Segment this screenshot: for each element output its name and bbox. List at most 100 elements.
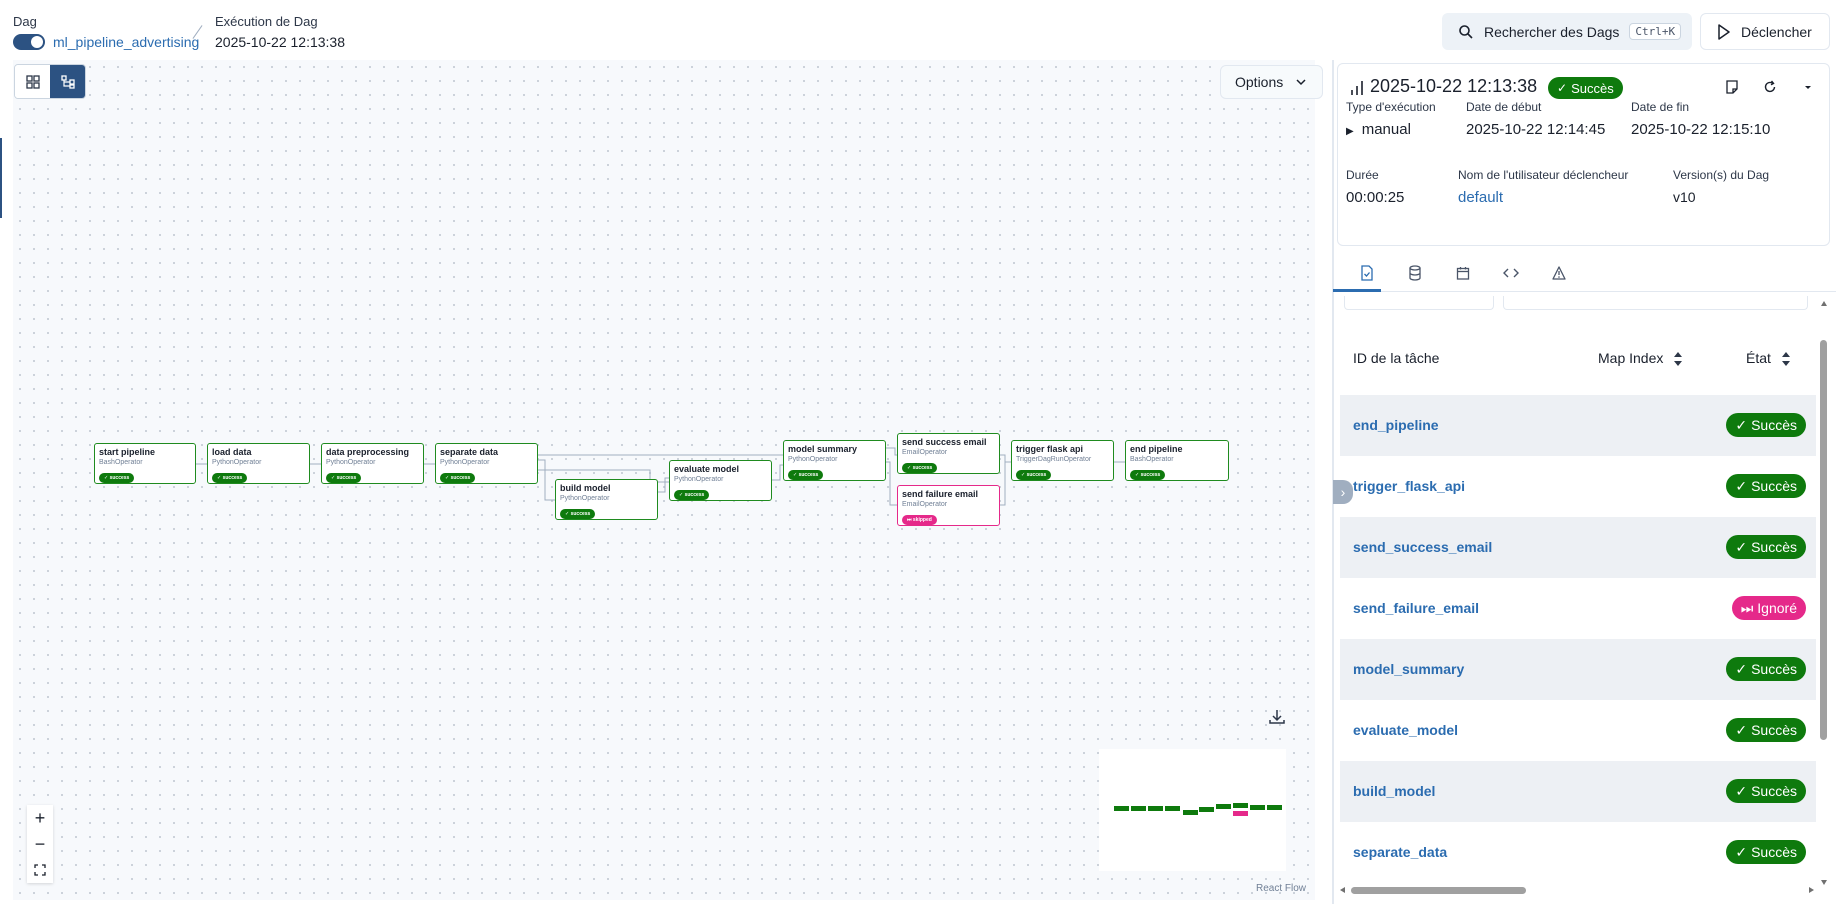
node-send-failure-email[interactable]: send failure email EmailOperator ⏭ skipp…	[897, 485, 1000, 526]
tab-code[interactable]	[1500, 262, 1522, 284]
vertical-scrollbar[interactable]	[1818, 298, 1830, 888]
col-header-task-id[interactable]: ID de la tâche	[1353, 350, 1439, 366]
code-icon	[1503, 268, 1519, 278]
node-operator: BashOperator	[1130, 456, 1174, 463]
task-id-link[interactable]: build_model	[1353, 783, 1435, 799]
node-load-data[interactable]: load data PythonOperator ✓ success	[207, 443, 310, 484]
check-icon: ✓	[1735, 660, 1748, 677]
state-badge: ✓ Succès	[1726, 413, 1806, 437]
check-icon: ✓	[1735, 843, 1748, 860]
state-badge: ✓ Succès	[1726, 657, 1806, 681]
node-state: success	[912, 465, 933, 471]
node-state: success	[336, 475, 357, 481]
minimap-node	[1199, 807, 1214, 812]
state-text: Succès	[1751, 478, 1797, 494]
task-id-link[interactable]: trigger_flask_api	[1353, 478, 1465, 494]
node-operator: BashOperator	[99, 459, 143, 466]
node-state-badge: ✓ success	[902, 463, 938, 473]
node-model-summary[interactable]: model summary PythonOperator ✓ success	[783, 440, 886, 481]
vertical-scroll-thumb[interactable]	[1820, 340, 1827, 740]
play-small-icon: ▶	[1346, 126, 1354, 137]
task-id-link[interactable]: separate_data	[1353, 844, 1447, 860]
state-badge: ✓ Succès	[1726, 535, 1806, 559]
node-trigger-flask-api[interactable]: trigger flask api TriggerDagRunOperator …	[1011, 440, 1114, 481]
tab-events[interactable]	[1452, 262, 1474, 284]
col-header-state[interactable]: État	[1746, 350, 1791, 367]
state-badge: ✓ Succès	[1726, 718, 1806, 742]
node-state: success	[570, 511, 591, 517]
node-title: send failure email	[902, 489, 979, 499]
horizontal-scrollbar[interactable]	[1337, 884, 1817, 896]
node-title: start pipeline	[99, 447, 156, 457]
state-badge: ✓ Succès	[1726, 840, 1806, 864]
run-status-badge: ✓ Succès	[1548, 77, 1623, 99]
chevron-down-icon[interactable]	[1801, 80, 1815, 94]
fit-view-icon	[34, 864, 46, 876]
file-check-icon	[1361, 265, 1373, 281]
scroll-left-icon[interactable]	[1339, 886, 1347, 894]
node-title: build model	[560, 483, 611, 493]
table-row: send_failure_email ⏭ Ignoré	[1340, 578, 1816, 639]
state-badge: ✓ Succès	[1726, 779, 1806, 803]
check-icon: ✓	[1735, 538, 1748, 555]
task-id-link[interactable]: send_success_email	[1353, 539, 1492, 555]
node-end-pipeline[interactable]: end pipeline BashOperator ✓ success	[1125, 440, 1229, 481]
task-id-link[interactable]: end_pipeline	[1353, 417, 1439, 433]
download-icon[interactable]	[1268, 708, 1286, 726]
task-id-link[interactable]: model_summary	[1353, 661, 1464, 677]
node-operator: PythonOperator	[326, 459, 376, 466]
minimap-node	[1267, 805, 1282, 810]
task-id-link[interactable]: evaluate_model	[1353, 722, 1458, 738]
scroll-down-icon[interactable]	[1820, 878, 1828, 886]
state-text: Succès	[1751, 844, 1797, 860]
tab-assets[interactable]	[1404, 262, 1426, 284]
node-title: trigger flask api	[1016, 444, 1084, 454]
node-evaluate-model[interactable]: evaluate model PythonOperator ✓ success	[669, 460, 772, 501]
node-state-badge: ✓ success	[99, 473, 135, 483]
filter-field[interactable]	[1344, 296, 1494, 310]
state-text: Succès	[1751, 417, 1797, 433]
node-operator: EmailOperator	[902, 501, 948, 508]
user-link[interactable]: default	[1458, 189, 1503, 206]
panel-tabs	[1333, 254, 1836, 292]
task-instances-table: ID de la tâche Map Index État end_pipeli…	[1340, 296, 1816, 886]
minimap[interactable]	[1099, 749, 1286, 871]
node-separate-data[interactable]: separate data PythonOperator ✓ success	[435, 443, 538, 484]
table-row: model_summary ✓ Succès	[1340, 639, 1816, 700]
node-state: success	[684, 492, 705, 498]
col-header-map-index[interactable]: Map Index	[1598, 350, 1683, 367]
node-data-preprocessing[interactable]: data preprocessing PythonOperator ✓ succ…	[321, 443, 424, 484]
start-date-value: 2025-10-22 12:14:45	[1466, 121, 1606, 138]
node-operator: PythonOperator	[560, 495, 610, 502]
end-date-label: Date de fin	[1631, 100, 1690, 114]
zoom-out-button[interactable]: −	[27, 831, 53, 857]
note-icon[interactable]	[1725, 80, 1739, 94]
start-date-label: Date de début	[1466, 100, 1542, 114]
node-state-badge: ⏭ skipped	[902, 515, 937, 525]
react-flow-attribution[interactable]: React Flow	[1256, 883, 1306, 894]
scroll-right-icon[interactable]	[1807, 886, 1815, 894]
tab-task-instances[interactable]	[1356, 262, 1378, 284]
filter-field[interactable]	[1503, 296, 1808, 310]
run-details-card: 2025-10-22 12:13:38 ✓ Succès Type d'exéc…	[1337, 63, 1830, 246]
table-row: separate_data ✓ Succès	[1340, 822, 1816, 883]
tab-warnings[interactable]	[1548, 262, 1570, 284]
fit-view-button[interactable]	[27, 857, 53, 883]
node-state: success	[109, 475, 130, 481]
zoom-in-button[interactable]: +	[27, 805, 53, 831]
scroll-up-icon[interactable]	[1820, 300, 1828, 308]
minimap-node	[1183, 810, 1198, 815]
node-send-success-email[interactable]: send success email EmailOperator ✓ succe…	[897, 433, 1000, 474]
refresh-icon[interactable]	[1763, 80, 1777, 94]
node-state-badge: ✓ success	[788, 470, 824, 480]
node-build-model[interactable]: build model PythonOperator ✓ success	[555, 479, 658, 520]
node-title: model summary	[788, 444, 858, 454]
database-icon	[1409, 265, 1421, 281]
task-id-link[interactable]: send_failure_email	[1353, 600, 1479, 616]
duration-value: 00:00:25	[1346, 189, 1405, 206]
calendar-icon	[1456, 267, 1470, 280]
node-start-pipeline[interactable]: start pipeline BashOperator ✓ success	[94, 443, 196, 484]
node-state-badge: ✓ success	[440, 473, 476, 483]
horizontal-scroll-thumb[interactable]	[1351, 887, 1526, 894]
node-state: success	[1026, 472, 1047, 478]
